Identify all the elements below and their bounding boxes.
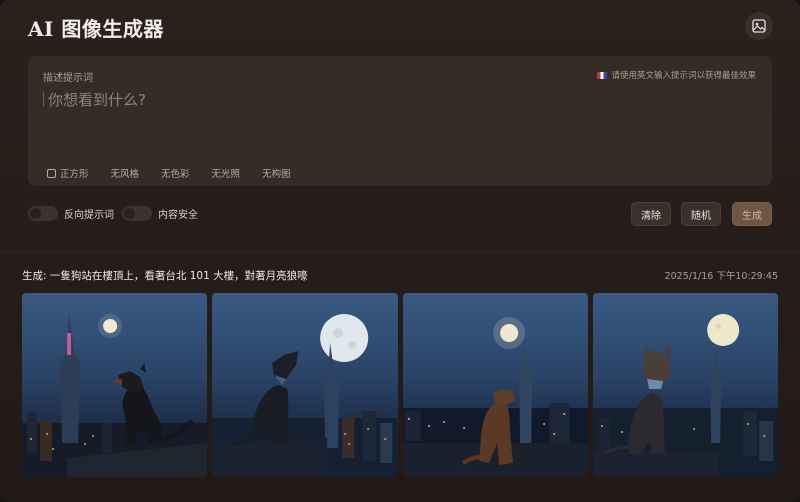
square-checkbox[interactable] (47, 168, 56, 178)
content-safety-label: 内容安全 (158, 210, 198, 221)
generated-image-2[interactable] (212, 293, 398, 477)
generated-image-4[interactable] (592, 293, 778, 477)
prompt-input[interactable] (48, 88, 748, 112)
gallery-button[interactable] (745, 12, 773, 40)
prompt-label: 描述提示词 (43, 73, 93, 84)
result-prompt: 一隻狗站在樓頂上，看著台北 101 大樓，對著月亮狼嚎 (49, 270, 308, 282)
style-option-no-style[interactable]: 无风格 (111, 166, 140, 180)
prompt-panel: 描述提示词 请使用英文输入提示词以获得最佳效果 正方形 无风格 无色彩 无光照 … (28, 56, 772, 186)
controls-row: 反向提示词 内容安全 清除 随机 生成 (28, 202, 772, 228)
english-flag-icon (597, 71, 608, 79)
style-option-label: 正方形 (60, 169, 89, 180)
negative-prompt-label: 反向提示词 (64, 210, 114, 221)
style-options: 正方形 无风格 无色彩 无光照 无构图 (47, 166, 313, 180)
language-hint-text: 请使用英文输入提示词以获得最佳效果 (611, 71, 756, 81)
style-option-no-lighting[interactable]: 无光照 (212, 166, 241, 180)
content-safety-switch[interactable] (122, 206, 152, 221)
image-icon (752, 19, 766, 33)
generated-image-1[interactable] (22, 293, 208, 477)
content-safety-toggle[interactable]: 内容安全 (122, 206, 198, 221)
style-option-no-composition[interactable]: 无构图 (262, 166, 291, 180)
result-header: 生成: 一隻狗站在樓頂上，看著台北 101 大樓，對著月亮狼嚎 2025/1/1… (22, 268, 778, 283)
text-cursor (43, 92, 44, 107)
clear-button[interactable]: 清除 (631, 202, 671, 226)
language-hint: 请使用英文输入提示词以获得最佳效果 (597, 69, 756, 81)
section-divider (0, 252, 800, 253)
negative-prompt-switch[interactable] (28, 206, 58, 221)
style-option-label: 无光照 (211, 169, 241, 180)
result-timestamp: 2025/1/16 下午10:29:45 (664, 271, 778, 282)
style-option-square[interactable]: 正方形 (47, 166, 89, 180)
style-option-label: 无构图 (262, 169, 291, 180)
style-option-label: 无风格 (110, 169, 140, 180)
negative-prompt-toggle[interactable]: 反向提示词 (28, 206, 114, 221)
result-prefix: 生成: (22, 270, 47, 282)
app-title: AI 图像生成器 (28, 17, 164, 41)
style-option-label: 无色彩 (161, 169, 190, 180)
generated-image-3[interactable] (402, 293, 588, 477)
style-option-no-color[interactable]: 无色彩 (161, 166, 190, 180)
result-gallery (22, 293, 778, 477)
app-window: AI 图像生成器 描述提示词 请使用英文输入提示词以获得最佳效果 正方形 无风格… (0, 0, 800, 502)
generate-button[interactable]: 生成 (732, 202, 772, 226)
random-button[interactable]: 随机 (681, 202, 721, 226)
